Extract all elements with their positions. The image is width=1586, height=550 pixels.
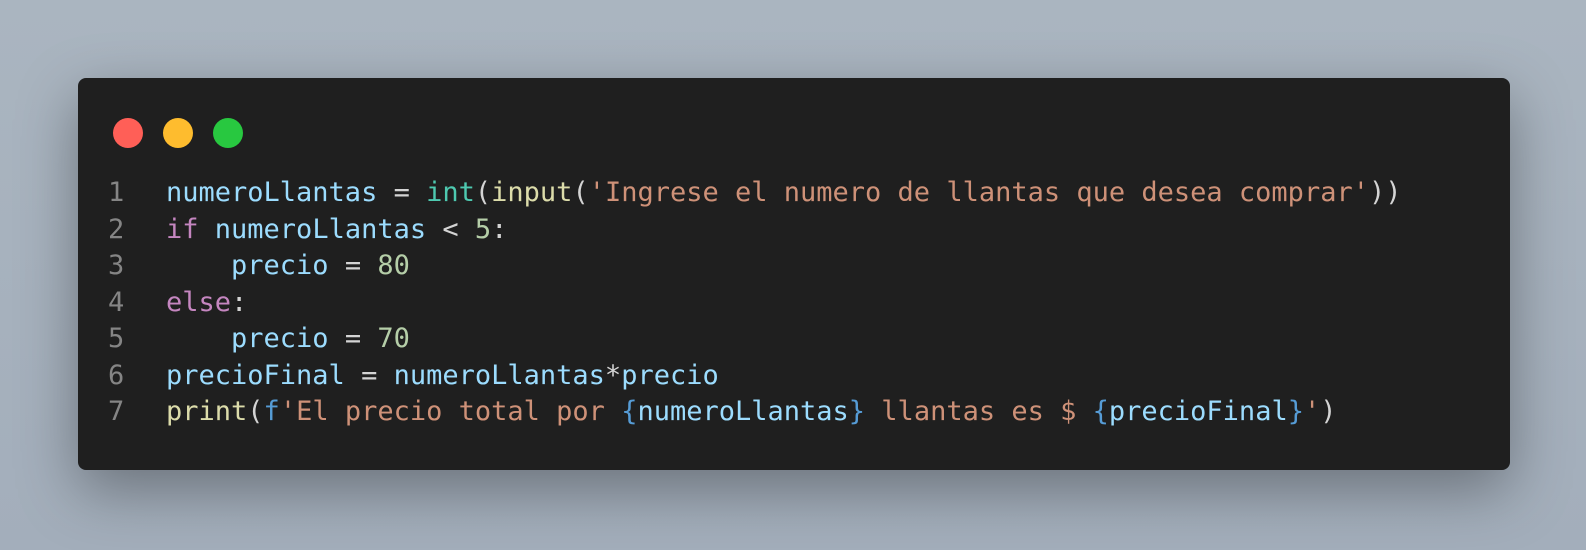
code-token-operator: ) [1320, 396, 1337, 427]
code-token-keyword: if [166, 213, 199, 245]
code-token-variable: precioFinal [166, 359, 345, 391]
line-source: print(f'El precio total por {numeroLlant… [166, 394, 1337, 431]
code-line: 5 precio = 70 [108, 321, 1490, 358]
code-token-operator: = [328, 323, 378, 354]
code-token-string: 'Ingrese el numero de llantas que desea … [588, 177, 1369, 208]
code-token-variable: numeroLlantas [214, 213, 427, 245]
code-token-operator [199, 214, 215, 245]
line-number: 4 [108, 286, 125, 318]
line-source: numeroLlantas = int(input('Ingrese el nu… [166, 175, 1401, 212]
line-number: 2 [108, 213, 125, 245]
code-token-variable: precio [231, 250, 329, 281]
code-token-operator: < [426, 213, 475, 245]
code-token-operator [166, 250, 231, 281]
code-line: 2 if numeroLlantas < 5: [108, 212, 1490, 249]
line-number: 1 [108, 177, 125, 208]
code-token-operator: )) [1368, 177, 1402, 208]
code-token-fprefix: { [621, 396, 638, 427]
code-token-fprefix: } [1287, 396, 1304, 427]
code-token-number: 70 [377, 323, 410, 354]
line-number: 5 [108, 323, 125, 354]
code-line: 1 numeroLlantas = int(input('Ingrese el n… [108, 175, 1490, 212]
line-number: 6 [108, 359, 125, 391]
code-line: 3 precio = 80 [108, 248, 1490, 285]
code-token-keyword: else [166, 286, 232, 318]
code-token-variable: numeroLlantas [393, 359, 605, 391]
maximize-dot-icon[interactable] [213, 118, 243, 148]
code-token-variable: precioFinal [1108, 396, 1288, 427]
code-token-operator: ( [474, 177, 492, 208]
code-block: 1 numeroLlantas = int(input('Ingrese el n… [108, 175, 1490, 431]
window-controls [113, 118, 243, 148]
code-token-variable: numeroLlantas [637, 396, 849, 427]
line-number: 3 [108, 250, 125, 281]
code-line: 4 else: [108, 285, 1490, 322]
code-token-operator: : [231, 286, 248, 318]
code-token-fprefix: } [848, 396, 866, 427]
code-token-builtin: int [426, 177, 475, 208]
code-token-operator [166, 323, 231, 354]
code-token-operator: = [328, 250, 378, 281]
line-source: precioFinal = numeroLlantas*precio [166, 358, 719, 395]
line-source: else: [166, 285, 247, 322]
code-token-string: llantas es $ [865, 396, 1093, 427]
code-token-operator: ( [247, 396, 264, 427]
code-token-string: 'El precio total por [279, 396, 622, 427]
code-line: 6 precioFinal = numeroLlantas*precio [108, 358, 1490, 395]
code-token-string: ' [1303, 396, 1321, 427]
code-window: 1 numeroLlantas = int(input('Ingrese el n… [78, 78, 1510, 470]
minimize-dot-icon[interactable] [163, 118, 193, 148]
code-token-variable: precio [231, 323, 329, 354]
code-line: 7 print(f'El precio total por {numeroLlan… [108, 394, 1490, 431]
code-token-operator: * [604, 359, 622, 391]
code-token-number: 80 [377, 250, 410, 281]
close-dot-icon[interactable] [113, 118, 143, 148]
code-token-number: 5 [474, 213, 492, 245]
code-token-variable: numeroLlantas [166, 177, 378, 208]
line-source: precio = 80 [166, 248, 410, 285]
line-source: if numeroLlantas < 5: [166, 212, 507, 249]
code-token-operator: = [377, 177, 427, 208]
code-token-fprefix: f [263, 396, 280, 427]
code-token-function: input [491, 177, 573, 208]
code-token-fprefix: { [1092, 396, 1109, 427]
line-number: 7 [108, 396, 125, 427]
code-token-variable: precio [621, 359, 719, 391]
code-token-operator: : [491, 213, 508, 245]
code-token-operator: = [344, 359, 394, 391]
code-token-operator: ( [572, 177, 589, 208]
line-source: precio = 70 [166, 321, 410, 358]
code-token-function: print [166, 396, 248, 427]
